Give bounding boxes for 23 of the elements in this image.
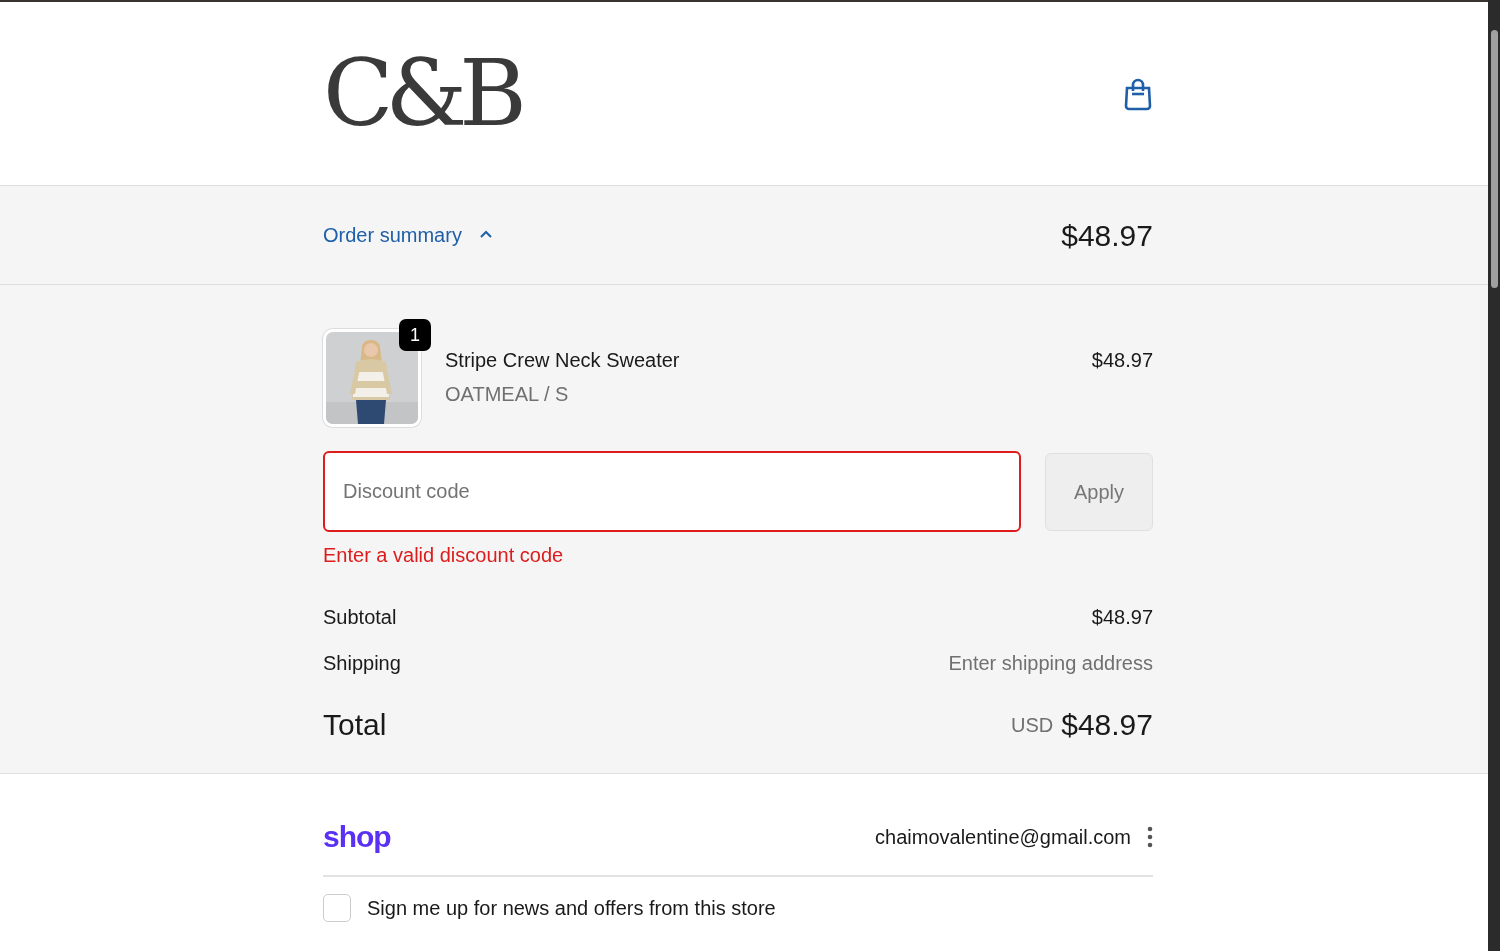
- newsletter-label[interactable]: Sign me up for news and offers from this store: [367, 893, 776, 923]
- account-email: chaimovalentine@gmail.com: [875, 824, 1131, 850]
- product-name: Stripe Crew Neck Sweater: [445, 348, 681, 373]
- scrollbar-thumb[interactable]: [1491, 30, 1498, 288]
- cost-label: Subtotal: [323, 605, 397, 630]
- store-logo[interactable]: C&B: [323, 47, 519, 140]
- cost-value: $48.97: [1091, 605, 1153, 630]
- total-label: Total: [323, 707, 387, 743]
- quantity-badge: 1: [399, 319, 431, 351]
- shopping-bag-icon[interactable]: [1123, 76, 1153, 111]
- shop-logo: shop: [323, 819, 391, 855]
- total-amount: $48.97: [1061, 707, 1153, 743]
- summary-total: $48.97: [1061, 217, 1153, 254]
- more-options-icon[interactable]: [1147, 825, 1153, 848]
- product-price: $48.97: [1091, 348, 1153, 373]
- cost-label: Shipping: [323, 651, 401, 676]
- product-variant: OATMEAL / S: [445, 382, 570, 407]
- currency-code: USD: [1011, 712, 1054, 738]
- discount-code-field[interactable]: Discount code: [323, 451, 1021, 532]
- newsletter-checkbox[interactable]: [323, 894, 351, 922]
- cost-value: Enter shipping address: [948, 651, 1153, 676]
- order-summary-toggle[interactable]: Order summary: [323, 220, 494, 250]
- error-message: Enter a valid discount code: [323, 544, 564, 566]
